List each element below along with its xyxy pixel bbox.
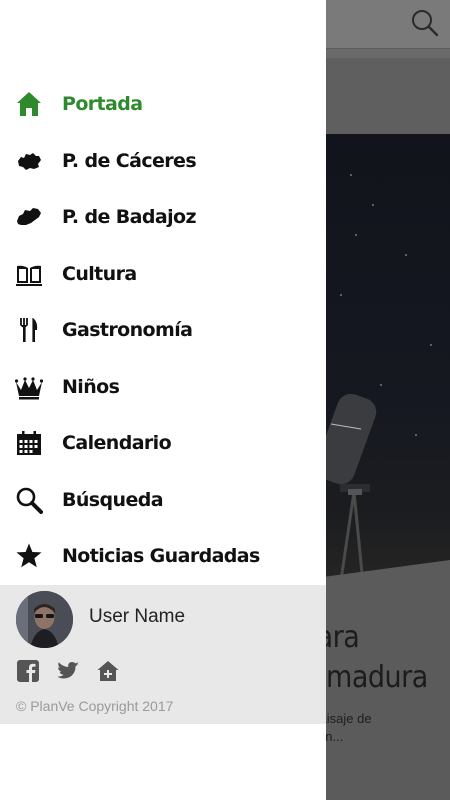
copyright-text: © PlanVe Copyright 2017 — [16, 698, 174, 714]
home-icon — [14, 89, 44, 119]
star-icon — [14, 541, 44, 571]
menu-item-cultura[interactable]: Cultura — [0, 246, 326, 303]
book-icon — [14, 259, 44, 289]
menu-item-label: P. de Cáceres — [62, 149, 197, 172]
cutlery-icon — [14, 315, 44, 345]
menu-item-ninos[interactable]: Niños — [0, 359, 326, 416]
menu-item-caceres[interactable]: P. de Cáceres — [0, 133, 326, 190]
add-to-home-icon[interactable] — [96, 659, 120, 683]
menu-item-gastronomia[interactable]: Gastronomía — [0, 302, 326, 359]
social-links — [16, 659, 120, 683]
menu-item-portada[interactable]: Portada — [0, 76, 326, 133]
search-icon — [14, 485, 44, 515]
crown-icon — [14, 372, 44, 402]
header-search-icon[interactable] — [410, 8, 440, 38]
menu-item-noticias-guardadas[interactable]: Noticias Guardadas — [0, 528, 326, 585]
menu-item-calendario[interactable]: Calendario — [0, 415, 326, 472]
calendar-icon — [14, 428, 44, 458]
twitter-icon[interactable] — [56, 659, 80, 683]
menu-item-label: Gastronomía — [62, 319, 193, 342]
drawer-menu: Portada P. de Cáceres P. de Badajoz Cult… — [0, 76, 326, 585]
menu-item-label: Portada — [62, 93, 143, 116]
caceres-map-icon — [14, 146, 44, 176]
avatar[interactable] — [16, 591, 73, 648]
navigation-drawer: Portada P. de Cáceres P. de Badajoz Cult… — [0, 0, 326, 800]
user-name: User Name — [89, 606, 186, 627]
menu-item-label: Niños — [62, 375, 120, 398]
menu-item-label: Búsqueda — [62, 488, 164, 511]
menu-item-label: Cultura — [62, 262, 137, 285]
menu-item-label: Noticias Guardadas — [62, 545, 260, 568]
menu-item-label: P. de Badajoz — [62, 206, 197, 229]
menu-item-label: Calendario — [62, 432, 172, 455]
menu-item-busqueda[interactable]: Búsqueda — [0, 472, 326, 529]
badajoz-map-icon — [14, 202, 44, 232]
menu-item-badajoz[interactable]: P. de Badajoz — [0, 189, 326, 246]
profile-section: User Name © PlanVe Copyright 2017 — [0, 585, 326, 724]
facebook-icon[interactable] — [16, 659, 40, 683]
